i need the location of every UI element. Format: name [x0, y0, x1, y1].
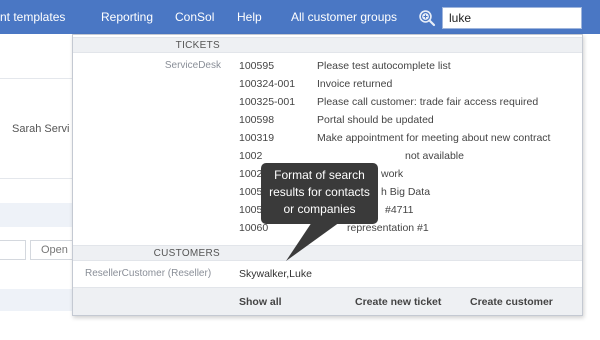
ticket-result-row[interactable]: 100595 Please test autocomplete list: [239, 60, 579, 78]
ticket-result-row[interactable]: 100598 Portal should be updated: [239, 114, 579, 132]
dropdown-footer: Show all Create new ticket Create custom…: [73, 287, 582, 315]
nav-item-help[interactable]: Help: [237, 0, 262, 34]
show-all-link[interactable]: Show all: [239, 296, 282, 308]
ticket-title: Make appointment for meeting about new c…: [317, 132, 551, 144]
customer-result-row[interactable]: Skywalker,Luke: [239, 268, 312, 280]
create-ticket-link[interactable]: Create new ticket: [355, 296, 441, 308]
ticket-id: 100324-001: [239, 78, 296, 90]
section-band: [0, 289, 80, 311]
tooltip-line: results for contacts: [269, 185, 370, 199]
nav-item-consol[interactable]: ConSol: [175, 0, 214, 34]
ticket-group-label: ServiceDesk: [164, 60, 221, 71]
ticket-id: 100595: [239, 60, 275, 72]
ticket-id: 1002: [239, 168, 263, 180]
tickets-header-label: TICKETS: [175, 40, 220, 51]
ticket-id: 100319: [239, 132, 275, 144]
ticket-id: 100325-001: [239, 96, 296, 108]
divider: [0, 78, 72, 79]
divider: [0, 178, 72, 179]
ticket-result-row[interactable]: 100319 Make appointment for meeting abou…: [239, 132, 579, 150]
ticket-title: #4711: [385, 204, 414, 216]
ticket-title: Invoice returned: [317, 78, 393, 90]
tickets-section-header: TICKETS: [73, 37, 582, 53]
ticket-title: Please test autocomplete list: [317, 60, 451, 72]
search-icon[interactable]: [418, 9, 436, 27]
customers-header-label: CUSTOMERS: [153, 248, 220, 259]
ticket-id: 1005: [239, 186, 263, 198]
ticket-id: 1005: [239, 204, 263, 216]
section-band: [0, 203, 80, 227]
tooltip-callout: Format of search results for contacts or…: [261, 163, 378, 224]
customers-section-header: CUSTOMERS: [73, 245, 582, 261]
customer-group-label: ResellerCustomer (Reseller): [85, 268, 212, 279]
ticket-title: Please call customer: trade fair access …: [317, 96, 539, 108]
nav-item-customer-groups[interactable]: All customer groups: [291, 0, 397, 34]
top-nav-bar: nt templates Reporting ConSol Help All c…: [0, 0, 600, 34]
ticket-id: 1002: [239, 150, 263, 162]
tooltip-line: Format of search: [274, 168, 365, 182]
app-window: nt templates Reporting ConSol Help All c…: [0, 0, 600, 340]
toolbar-button[interactable]: [0, 240, 26, 260]
nav-item-reporting[interactable]: Reporting: [101, 0, 153, 34]
ticket-id: 100598: [239, 114, 275, 126]
nav-item-templates[interactable]: nt templates: [0, 0, 65, 34]
ticket-result-row[interactable]: 10060 representation #1: [239, 222, 579, 240]
ticket-result-row[interactable]: 100325-001 Please call customer: trade f…: [239, 96, 579, 114]
ticket-title: work: [381, 168, 404, 180]
agent-name: Sarah Servi: [12, 123, 70, 135]
search-input[interactable]: [442, 7, 582, 29]
ticket-result-row[interactable]: 100324-001 Invoice returned: [239, 78, 579, 96]
ticket-title: not available: [405, 150, 464, 162]
tooltip-line: or companies: [283, 202, 356, 216]
ticket-title: Portal should be updated: [317, 114, 434, 126]
ticket-title: h Big Data: [381, 186, 431, 198]
create-customer-link[interactable]: Create customer: [470, 296, 553, 308]
